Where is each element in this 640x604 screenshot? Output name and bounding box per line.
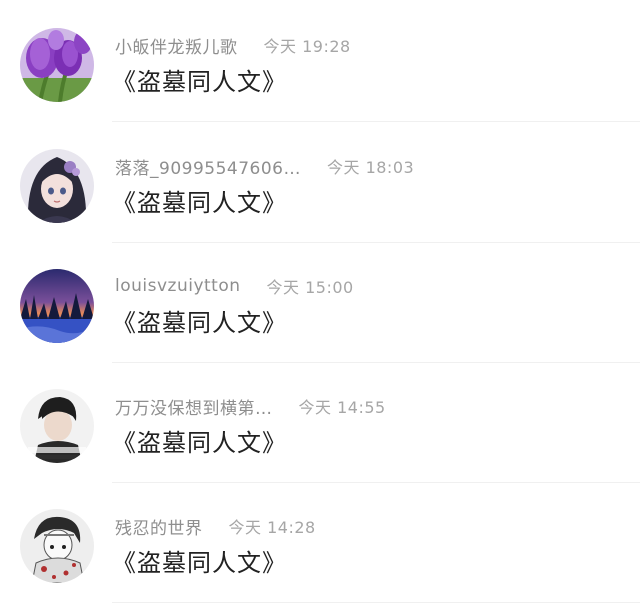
username[interactable]: 残忍的世界	[115, 514, 203, 539]
divider	[112, 602, 640, 603]
comment-meta: 万万没保想到横第… 今天 14:55	[115, 394, 386, 419]
timestamp: 今天 19:28	[263, 37, 351, 56]
comment-list: 小皈伴龙叛儿歌 今天 19:28 《盗墓同人文》 落落_90995547606…	[0, 0, 640, 604]
timestamp: 今天 14:28	[228, 518, 316, 537]
avatar[interactable]	[20, 269, 94, 343]
avatar[interactable]	[20, 28, 94, 102]
comment-text: 《盗墓同人文》	[112, 68, 287, 96]
username[interactable]: 万万没保想到横第…	[115, 394, 273, 419]
comment-meta: 残忍的世界 今天 14:28	[115, 514, 316, 539]
purple-tulips-avatar-icon	[20, 28, 94, 102]
username[interactable]: louisvzuiytton	[115, 276, 241, 296]
timestamp: 今天 15:00	[266, 278, 354, 297]
manga-character-avatar-icon	[20, 509, 94, 583]
comment-text: 《盗墓同人文》	[112, 429, 287, 457]
comment-text: 《盗墓同人文》	[112, 309, 287, 337]
comment-item[interactable]: 小皈伴龙叛儿歌 今天 19:28 《盗墓同人文》	[0, 2, 640, 122]
comment-text: 《盗墓同人文》	[112, 549, 287, 577]
boy-photo-avatar-icon	[20, 389, 94, 463]
comment-item[interactable]: 落落_90995547606… 今天 18:03 《盗墓同人文》	[0, 123, 640, 243]
timestamp: 今天 18:03	[326, 158, 415, 177]
divider	[112, 121, 640, 122]
comment-meta: 小皈伴龙叛儿歌 今天 19:28	[115, 33, 351, 58]
username[interactable]: 小皈伴龙叛儿歌	[115, 33, 238, 58]
comment-item[interactable]: louisvzuiytton 今天 15:00 《盗墓同人文》	[0, 243, 640, 363]
comment-item[interactable]: 万万没保想到横第… 今天 14:55 《盗墓同人文》	[0, 363, 640, 483]
avatar[interactable]	[20, 389, 94, 463]
anime-girl-avatar-icon	[20, 149, 94, 223]
snowy-forest-avatar-icon	[20, 269, 94, 343]
comment-text: 《盗墓同人文》	[112, 189, 287, 217]
avatar[interactable]	[20, 509, 94, 583]
timestamp: 今天 14:55	[298, 398, 386, 417]
username[interactable]: 落落_90995547606…	[115, 154, 301, 179]
avatar[interactable]	[20, 149, 94, 223]
comment-item[interactable]: 残忍的世界 今天 14:28 《盗墓同人文》	[0, 483, 640, 603]
comment-meta: louisvzuiytton 今天 15:00	[115, 274, 354, 298]
comment-meta: 落落_90995547606… 今天 18:03	[115, 154, 415, 179]
